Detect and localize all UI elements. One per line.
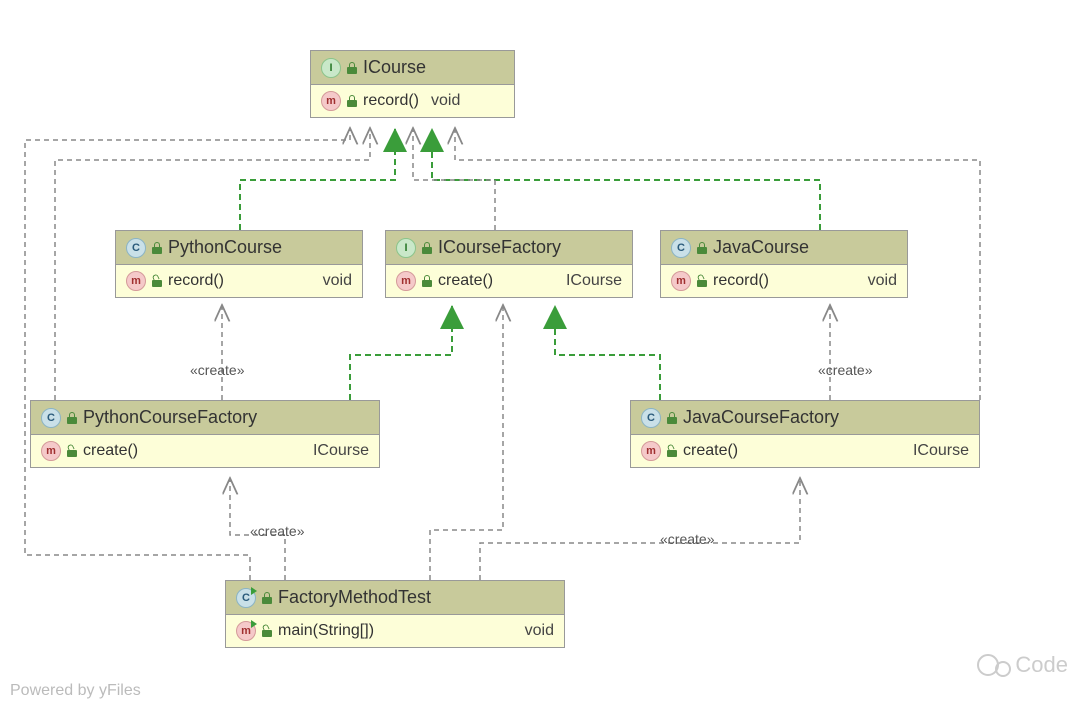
member-return: void <box>431 92 460 110</box>
interface-icon: I <box>396 238 416 258</box>
class-header: C FactoryMethodTest <box>226 581 564 615</box>
class-name: ICourseFactory <box>438 237 561 258</box>
class-name: PythonCourseFactory <box>83 407 257 428</box>
class-name: JavaCourseFactory <box>683 407 839 428</box>
class-pythoncourse: C PythonCourse m record() void <box>115 230 363 298</box>
lock-icon <box>347 95 357 107</box>
class-header: C PythonCourseFactory <box>31 401 379 435</box>
class-name: FactoryMethodTest <box>278 587 431 608</box>
class-header: C PythonCourse <box>116 231 362 265</box>
class-header: C JavaCourseFactory <box>631 401 979 435</box>
class-icon: C <box>671 238 691 258</box>
unlock-icon <box>667 445 677 457</box>
lock-icon <box>697 242 707 254</box>
watermark: Code <box>977 652 1068 678</box>
class-name: JavaCourse <box>713 237 809 258</box>
class-member: m create() ICourse <box>386 265 632 297</box>
class-icourse: I ICourse m record() void <box>310 50 515 118</box>
lock-icon <box>67 412 77 424</box>
lock-icon <box>667 412 677 424</box>
member-name: record() <box>713 272 769 290</box>
method-icon: m <box>641 441 661 461</box>
edge-label-create: «create» <box>250 523 304 539</box>
lock-icon <box>152 242 162 254</box>
member-name: main(String[]) <box>278 622 374 640</box>
class-javacoursefactory: C JavaCourseFactory m create() ICourse <box>630 400 980 468</box>
member-return: ICourse <box>913 442 969 460</box>
method-icon: m <box>126 271 146 291</box>
unlock-icon <box>152 275 162 287</box>
class-javacourse: C JavaCourse m record() void <box>660 230 908 298</box>
class-name: ICourse <box>363 57 426 78</box>
edge-label-create: «create» <box>818 362 872 378</box>
class-member: m record() void <box>116 265 362 297</box>
edge-label-create: «create» <box>660 531 714 547</box>
class-icoursefactory: I ICourseFactory m create() ICourse <box>385 230 633 298</box>
class-name: PythonCourse <box>168 237 282 258</box>
lock-icon <box>422 242 432 254</box>
runnable-method-icon: m <box>236 621 256 641</box>
method-icon: m <box>41 441 61 461</box>
watermark-text: Code <box>1015 652 1068 678</box>
class-header: C JavaCourse <box>661 231 907 265</box>
class-icon: C <box>126 238 146 258</box>
lock-icon <box>422 275 432 287</box>
runnable-class-icon: C <box>236 588 256 608</box>
class-member: m record() void <box>661 265 907 297</box>
unlock-icon <box>67 445 77 457</box>
method-icon: m <box>396 271 416 291</box>
class-header: I ICourse <box>311 51 514 85</box>
member-name: record() <box>168 272 224 290</box>
member-name: create() <box>438 272 493 290</box>
lock-icon <box>347 62 357 74</box>
edge-label-create: «create» <box>190 362 244 378</box>
method-icon: m <box>321 91 341 111</box>
bubble-icon <box>995 661 1011 677</box>
member-name: create() <box>83 442 138 460</box>
member-return: ICourse <box>566 272 622 290</box>
method-icon: m <box>671 271 691 291</box>
class-member: m create() ICourse <box>31 435 379 467</box>
footer-credit: Powered by yFiles <box>10 682 141 700</box>
class-member: m create() ICourse <box>631 435 979 467</box>
class-factorymethodtest: C FactoryMethodTest m main(String[]) voi… <box>225 580 565 648</box>
class-header: I ICourseFactory <box>386 231 632 265</box>
member-return: void <box>525 622 554 640</box>
member-return: void <box>323 272 352 290</box>
interface-icon: I <box>321 58 341 78</box>
unlock-icon <box>697 275 707 287</box>
unlock-icon <box>262 625 272 637</box>
class-icon: C <box>641 408 661 428</box>
class-pythoncoursefactory: C PythonCourseFactory m create() ICourse <box>30 400 380 468</box>
member-return: ICourse <box>313 442 369 460</box>
member-return: void <box>868 272 897 290</box>
class-member: m record() void <box>311 85 514 117</box>
member-name: record() <box>363 92 419 110</box>
class-icon: C <box>41 408 61 428</box>
member-name: create() <box>683 442 738 460</box>
class-member: m main(String[]) void <box>226 615 564 647</box>
lock-icon <box>262 592 272 604</box>
